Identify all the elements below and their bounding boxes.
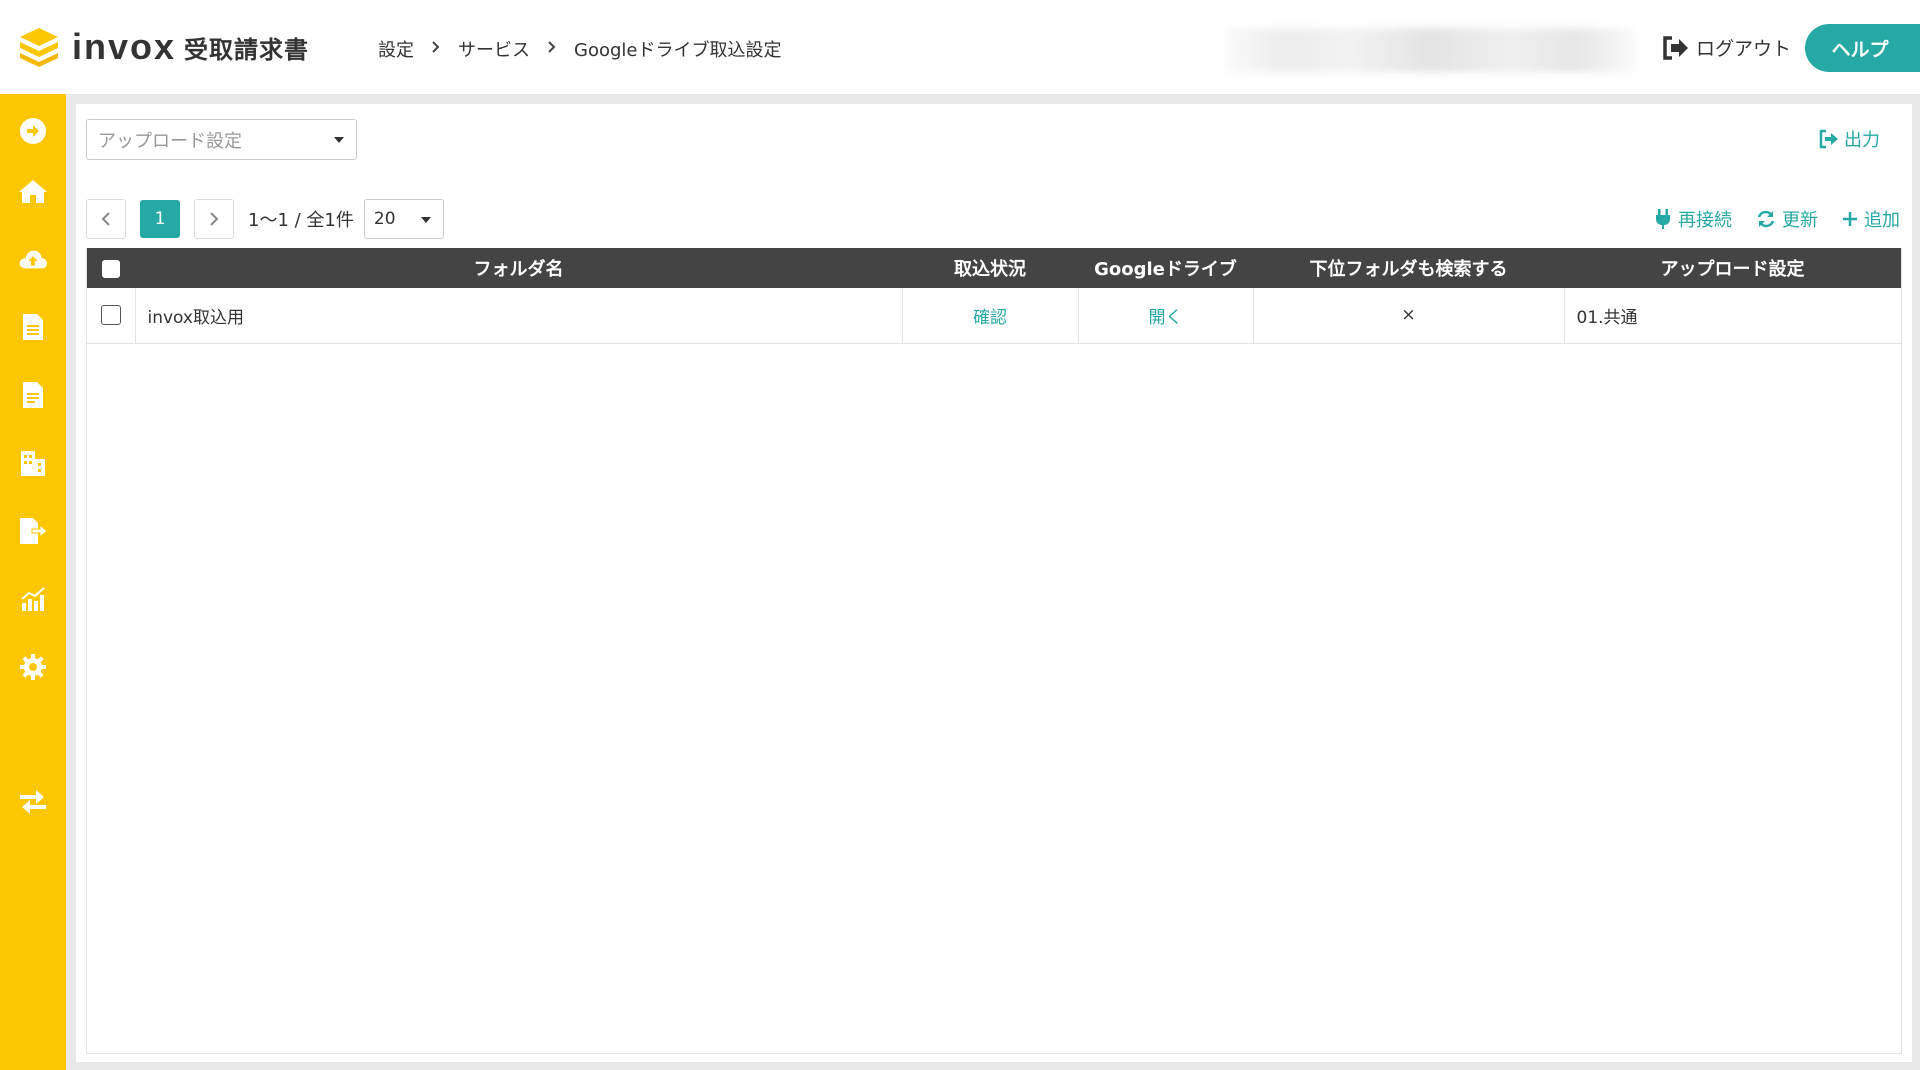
export-icon xyxy=(1819,129,1838,149)
folder-name-cell: invox取込用 xyxy=(134,288,902,344)
import-status-cell: 確認 xyxy=(901,288,1078,344)
pagination: 1 1〜1 / 全1件 20 xyxy=(86,199,444,239)
prev-page-button[interactable] xyxy=(86,199,126,239)
page-number-current[interactable]: 1 xyxy=(140,200,180,238)
table-row[interactable]: invox取込用 確認 開く × 01.共通 xyxy=(87,288,1901,344)
arrow-circle-right-icon[interactable] xyxy=(18,116,48,146)
refresh-button[interactable]: 更新 xyxy=(1756,206,1818,232)
row-checkbox[interactable] xyxy=(100,305,121,326)
header-folder-name[interactable]: フォルダ名 xyxy=(135,248,902,288)
reconnect-label: 再接続 xyxy=(1678,210,1732,231)
logo-icon xyxy=(20,28,58,67)
breadcrumb-services[interactable]: サービス xyxy=(458,36,530,62)
upload-setting-select[interactable]: アップロード設定 xyxy=(86,119,357,160)
logo-subtitle: 受取請求書 xyxy=(184,35,310,64)
caret-down-icon xyxy=(420,217,431,223)
confirm-link[interactable]: 確認 xyxy=(973,308,1007,328)
header-select-all[interactable] xyxy=(87,248,135,288)
caret-down-icon xyxy=(334,137,344,143)
add-label: 追加 xyxy=(1864,210,1900,231)
app-header: invox 受取請求書 設定 サービス Googleドライブ取込設定 ログアウト… xyxy=(0,0,1920,94)
main-panel: アップロード設定 出力 1 1〜1 / 全1件 20 再接続 更新 追加 フォル… xyxy=(76,104,1912,1062)
table-header-row: フォルダ名 取込状況 Googleドライブ 下位フォルダも検索する アップロード… xyxy=(87,248,1901,288)
chevron-right-icon xyxy=(432,41,440,57)
header-search-subfolders[interactable]: 下位フォルダも検索する xyxy=(1253,248,1564,288)
home-icon[interactable] xyxy=(18,176,48,206)
user-info-blurred xyxy=(1225,28,1635,72)
header-import-status[interactable]: 取込状況 xyxy=(902,248,1078,288)
exchange-icon[interactable] xyxy=(18,786,48,816)
next-page-button[interactable] xyxy=(194,199,234,239)
header-upload-setting[interactable]: アップロード設定 xyxy=(1564,248,1901,288)
row-select-cell xyxy=(87,288,135,344)
page-size-value: 20 xyxy=(373,209,396,229)
help-button[interactable]: ヘルプ xyxy=(1805,24,1920,72)
page-size-select[interactable]: 20 xyxy=(363,199,444,239)
open-drive-link[interactable]: 開く xyxy=(1149,308,1183,328)
refresh-icon xyxy=(1757,210,1775,228)
search-subfolders-cell: × xyxy=(1252,288,1564,344)
breadcrumb-current: Googleドライブ取込設定 xyxy=(574,40,782,61)
building-icon[interactable] xyxy=(18,448,48,478)
chevron-right-icon xyxy=(548,41,556,57)
upload-setting-cell: 01.共通 xyxy=(1563,288,1901,344)
chevron-right-icon xyxy=(210,212,219,226)
app-logo[interactable]: invox 受取請求書 xyxy=(18,26,309,68)
reconnect-button[interactable]: 再接続 xyxy=(1654,206,1732,232)
folder-table-container: フォルダ名 取込状況 Googleドライブ 下位フォルダも検索する アップロード… xyxy=(86,248,1902,1054)
folder-table: フォルダ名 取込状況 Googleドライブ 下位フォルダも検索する アップロード… xyxy=(87,248,1901,344)
refresh-label: 更新 xyxy=(1782,210,1818,231)
add-button[interactable]: 追加 xyxy=(1842,206,1900,232)
chart-icon[interactable] xyxy=(18,584,48,614)
document-icon[interactable] xyxy=(18,312,48,342)
export-label: 出力 xyxy=(1844,130,1880,151)
select-all-checkbox[interactable] xyxy=(102,259,120,278)
cloud-upload-icon[interactable] xyxy=(18,244,48,274)
logout-label: ログアウト xyxy=(1696,38,1792,60)
export-button[interactable]: 出力 xyxy=(1818,126,1880,152)
document-alt-icon[interactable] xyxy=(18,380,48,410)
file-export-icon[interactable] xyxy=(18,516,48,546)
google-drive-cell: 開く xyxy=(1077,288,1253,344)
upload-setting-placeholder: アップロード設定 xyxy=(98,130,242,152)
chevron-left-icon xyxy=(101,212,110,226)
header-google-drive[interactable]: Googleドライブ xyxy=(1078,248,1253,288)
logout-button[interactable]: ログアウト xyxy=(1662,34,1791,61)
gear-icon[interactable] xyxy=(18,652,48,682)
logo-text: invox xyxy=(72,26,177,67)
pagination-info: 1〜1 / 全1件 xyxy=(248,210,354,231)
plug-icon xyxy=(1656,209,1670,229)
sidebar xyxy=(0,94,66,1070)
sign-out-icon xyxy=(1663,35,1688,60)
plus-icon xyxy=(1843,212,1857,226)
breadcrumb: 設定 サービス Googleドライブ取込設定 xyxy=(378,36,781,62)
table-actions: 再接続 更新 追加 xyxy=(1630,206,1900,232)
breadcrumb-settings[interactable]: 設定 xyxy=(378,36,414,62)
